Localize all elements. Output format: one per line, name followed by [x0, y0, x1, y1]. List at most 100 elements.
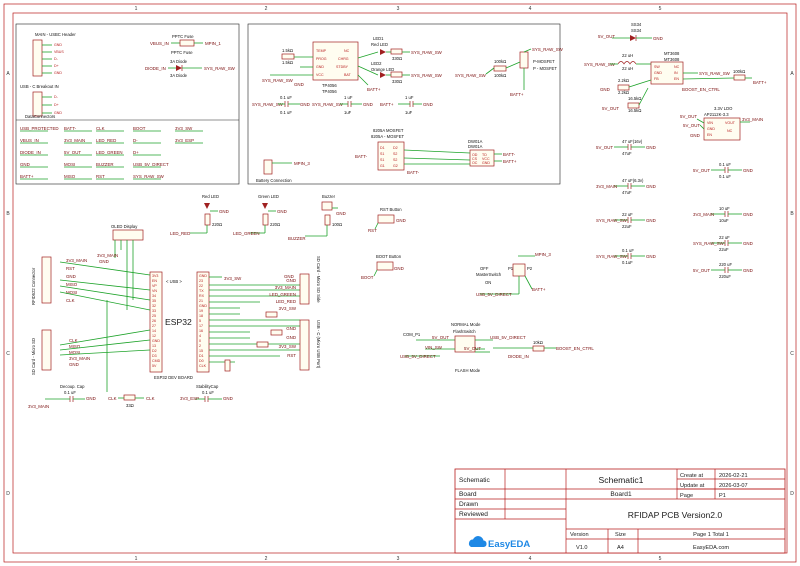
master-switch-p2: P2 [527, 266, 533, 271]
tb-board-label: Board [459, 491, 477, 498]
rst-button-symbol [377, 214, 395, 224]
charger-cap3-gnd: GND [423, 102, 433, 107]
esp32-block: OLED Display 3V3_MAIN GND RFID522 Connec… [31, 224, 321, 392]
esp32-right-pin: 19 [199, 309, 203, 313]
usb-header-pin-2: VBUS [54, 50, 64, 54]
pmosfet-value: P - MOSFET [533, 66, 557, 71]
net-table-cell: D+ [133, 150, 139, 155]
col-mark-1-bottom: 1 [135, 556, 138, 562]
mt3608-name: MT3608 [664, 51, 680, 56]
tp4056-pin-prog: PROG [316, 57, 327, 61]
cap-bank-net: SYS_RAW_SW [596, 218, 628, 223]
master-switch-out: USB_5V_DIRECT [476, 292, 512, 297]
tb-size-value: A4 [617, 545, 624, 551]
row-mark-a: A [6, 71, 10, 77]
led2-symbol [380, 72, 386, 78]
net-table-cell: BUZZER [96, 162, 114, 167]
buzzer-title: Buzzer [322, 194, 336, 199]
diode-part: 3A Diode [170, 73, 188, 78]
cap-bank-net: SYS_RAW_SW [596, 254, 628, 259]
charger-vcc-net: SYS_RAW_SW [262, 78, 294, 83]
row-mark-d: D [6, 491, 10, 497]
tb-brand-url: EasyEDA.com [693, 545, 729, 551]
cap-bank-value: 47uF [622, 190, 632, 195]
cap-bank-value: 0.1uF [622, 260, 633, 265]
ldo-in-net: 5V_OUT [680, 114, 697, 119]
tb-brand: EasyEDA [488, 539, 530, 550]
usb-sd-title: USB - C (Micro USB Port) [316, 320, 321, 369]
master-switch-on: ON [485, 280, 491, 285]
ldo-in-net-2: 5V_OUT [683, 123, 700, 128]
battery-connector [263, 159, 273, 175]
cap-bank-net: 5V_OUT [596, 145, 613, 150]
boost-diode-name: SS34 [631, 22, 642, 27]
esp32-left-pin: 5V [152, 364, 157, 368]
charger-cap1-gnd: GND [300, 102, 310, 107]
led1-net: SYS_RAW_SW [411, 50, 443, 55]
boost-en-res-val: 100kΩ [733, 69, 745, 74]
flash-en-net: BOOST_EN_CTRL [556, 346, 594, 351]
tb-reviewed-label: Reviewed [459, 511, 488, 518]
cap-bank-value: 0.1 uF [719, 174, 731, 179]
cap-bank-value: 220uF [719, 274, 731, 279]
decoup-value: 0.1 uF [64, 390, 76, 395]
red-led-net: LED_RED [170, 231, 190, 236]
col-mark-5-bottom: 5 [659, 556, 662, 562]
charger-cap3-name: 1 uF [405, 95, 414, 100]
esp32-left-pin: 13 [152, 344, 156, 348]
esp32-right-pin: 2 [199, 344, 201, 348]
cap-bank-value: 47uF [622, 151, 632, 156]
connector-net-label: 3V3_SW [279, 344, 297, 349]
dw01a-val: DW01A [468, 144, 483, 149]
net-table-cell: MOSI [64, 162, 75, 167]
rfid-title: RFID522 Connector [31, 267, 36, 305]
cap-bank-gnd: GND [646, 145, 656, 150]
row-mark-d-right: D [790, 491, 794, 497]
mt3608-pin-fb: FB [654, 77, 659, 81]
red-led-title: Red LED [202, 194, 219, 199]
stability-cap-title: StabilityCap [196, 384, 219, 389]
connector-net-label: 3V3_MAIN [69, 356, 90, 361]
usb-header-connector [32, 39, 43, 77]
master-switch-block: MPIN_3 OFF P1 P2 MasterSwitch ON USB_5V_… [476, 252, 551, 297]
net-table-cell: 3V3_SW [175, 126, 193, 131]
mt3608-pin-nc: NC [674, 65, 680, 69]
connector-net-label: RST [287, 353, 296, 358]
connector-net-label: 3V3_MAIN [275, 285, 296, 290]
mt3608-sys-net: SYS_RAW_SW [699, 71, 731, 76]
green-led-resistor [262, 213, 269, 226]
mosfet-pin-1: D1 [380, 146, 385, 150]
col-mark-5: 5 [659, 6, 662, 12]
mt3608-val: MT3608 [664, 57, 680, 62]
capacitor-bank: 47 uF(16v) 5V_OUT GND 47uF 0.1 uF 5V_OUT GND 0.… [596, 139, 753, 279]
ldo-pin-gnd: GND [707, 127, 715, 131]
decoup-gnd: GND [86, 396, 96, 401]
charger-cap3-val: 1uF [405, 110, 413, 115]
flash-resistor [532, 345, 545, 352]
col-mark-2: 2 [265, 6, 268, 12]
flash-com-label: COM_P1 [403, 332, 421, 337]
cap-bank-gnd: GND [743, 168, 753, 173]
connector-net-label: GND [286, 278, 296, 283]
esp32-board-name: ESP32 DEV BOARD [154, 375, 193, 380]
esp32-right-pin: GND [199, 274, 207, 278]
esp32-right-pin: CLK [199, 364, 207, 368]
usb-header-pin-4: D+ [54, 64, 59, 68]
ldo-block: 3.3V LDO AP2112K-3.3 VIN GND EN VOUT NC … [680, 106, 763, 141]
master-switch-title: MasterSwitch [476, 272, 502, 277]
flash-normal-mode: NORMAL Mode [451, 322, 481, 327]
usb-breakout-pin-1: D- [54, 95, 59, 99]
cap-bank-name: 220 uF [719, 262, 732, 267]
boost-r2-val: 16.5kΩ [628, 108, 641, 113]
sd-right-title: SD Card - Micro SD Side [316, 256, 321, 303]
led1-res-value: 330Ω [392, 56, 402, 61]
led1-color: Red LED [371, 42, 388, 47]
esp32-left-pin: 26 [152, 319, 156, 323]
tb-updated-label: Update at [680, 483, 705, 489]
red-led-resistor [204, 213, 211, 226]
esp32-right-pin: 21 [199, 299, 203, 303]
red-led-gnd: GND [219, 209, 229, 214]
protection-batt-n: BATT- [355, 154, 368, 159]
charger-cap2-net: SYS_RAW_SW [312, 102, 344, 107]
diode-symbol [176, 65, 182, 71]
